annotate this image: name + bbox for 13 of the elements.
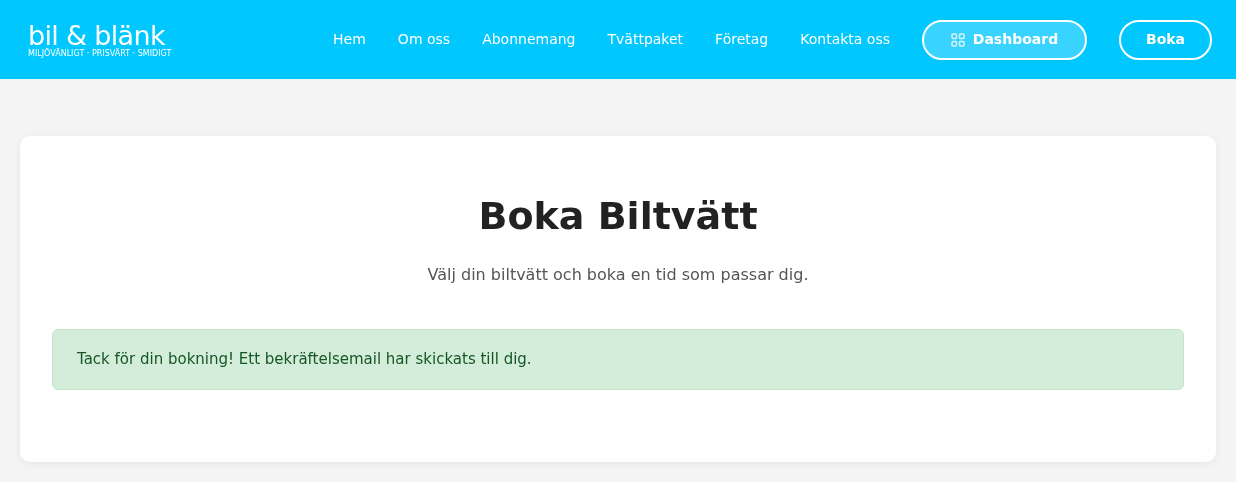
- page-title: Boka Biltvätt: [478, 193, 758, 240]
- nav-link[interactable]: Tvättpaket: [607, 29, 684, 50]
- nav-link[interactable]: Om oss: [397, 29, 451, 50]
- grid-icon: [950, 32, 965, 47]
- dashboard-button[interactable]: Dashboard: [922, 19, 1087, 60]
- book-button[interactable]: Boka: [1119, 19, 1212, 60]
- nav-link[interactable]: Hem: [333, 29, 366, 50]
- page-subtitle: Välj din biltvätt och boka en tid som passar dig.: [427, 264, 809, 286]
- success-alert: Tack för din bokning! Ett bekräftelsemail har skickats till dig.: [52, 329, 1184, 390]
- nav-link[interactable]: Kontakta oss: [800, 29, 890, 50]
- nav-link[interactable]: Abonnemang: [482, 29, 576, 50]
- nav-link[interactable]: Företag: [715, 29, 769, 50]
- logo[interactable]: bil & blänk MILJÖVÄNLIGT · PRISVÄRT · SMIDIGT: [28, 21, 172, 58]
